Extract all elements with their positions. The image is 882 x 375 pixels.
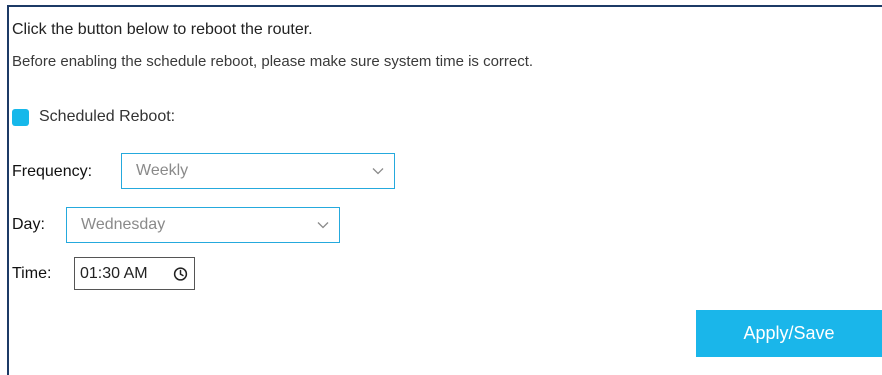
frequency-select[interactable]: Weekly: [121, 153, 395, 189]
frequency-value: Weekly: [136, 162, 189, 179]
day-label: Day:: [12, 216, 45, 233]
intro-text: Click the button below to reboot the rou…: [12, 21, 313, 38]
time-value: 01:30 AM: [80, 264, 148, 282]
scheduled-reboot-checkbox[interactable]: [12, 108, 29, 126]
time-label: Time:: [12, 265, 52, 282]
scheduled-reboot-row: Scheduled Reboot:: [12, 107, 175, 127]
chevron-down-icon: [372, 168, 384, 175]
apply-save-button[interactable]: Apply/Save: [696, 310, 882, 357]
chevron-down-icon: [317, 222, 329, 229]
clock-icon[interactable]: [173, 266, 188, 281]
scheduled-reboot-label: Scheduled Reboot:: [39, 108, 176, 125]
time-warning-text: Before enabling the schedule reboot, ple…: [12, 53, 534, 70]
time-input[interactable]: 01:30 AM: [74, 257, 195, 290]
day-select[interactable]: Wednesday: [66, 207, 340, 243]
day-value: Wednesday: [81, 216, 166, 233]
frequency-label: Frequency:: [12, 163, 93, 180]
